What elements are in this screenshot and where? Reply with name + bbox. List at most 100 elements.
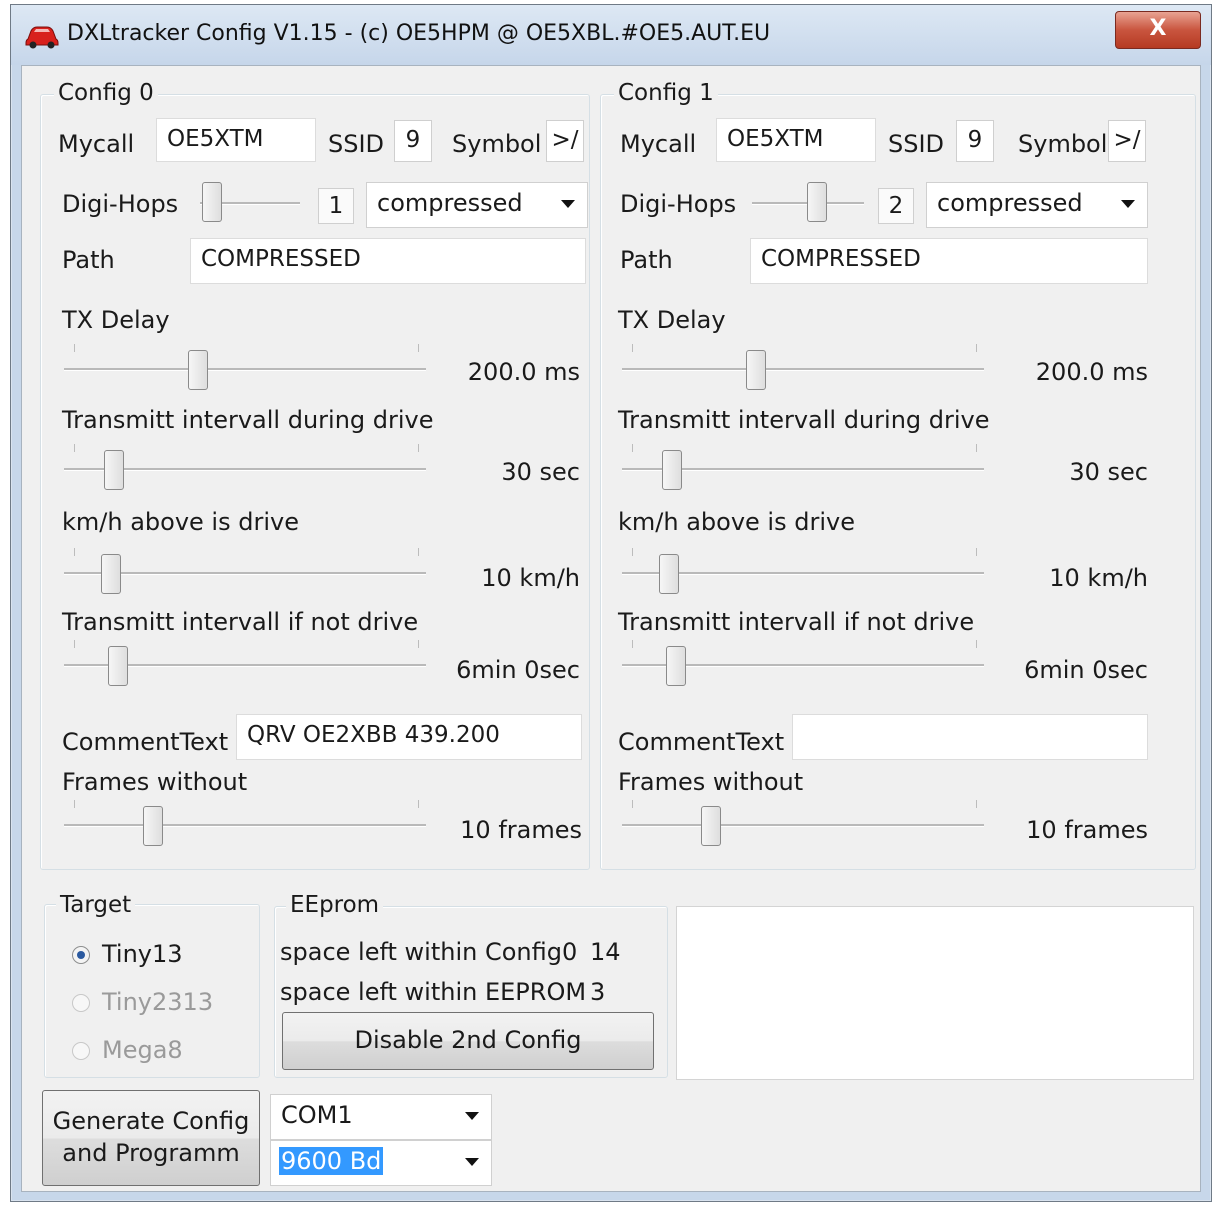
- ssid-label: SSID: [888, 130, 945, 158]
- txdelay-value: 200.0 ms: [467, 358, 580, 386]
- kmh-label: km/h above is drive: [618, 508, 855, 536]
- close-button[interactable]: X: [1115, 11, 1201, 49]
- comment-label: CommentText: [618, 728, 785, 756]
- output-panel: [676, 906, 1194, 1080]
- path-mode-value: compressed: [377, 189, 523, 217]
- interval-drive-label: Transmitt intervall during drive: [618, 406, 990, 434]
- title-bar[interactable]: DXLtracker Config V1.15 - (c) OE5HPM @ O…: [11, 5, 1211, 65]
- ssid-field[interactable]: 9: [956, 120, 994, 162]
- generate-line-1: Generate Config: [52, 1107, 250, 1135]
- slider-thumb[interactable]: [188, 350, 208, 390]
- path-label: Path: [62, 246, 115, 274]
- target-option-mega8[interactable]: Mega8: [72, 1034, 252, 1068]
- frames-slider[interactable]: [58, 798, 438, 848]
- slider-thumb[interactable]: [142, 806, 163, 846]
- symbol-label: Symbol: [1018, 130, 1108, 158]
- symbol-field[interactable]: >/: [1108, 120, 1146, 162]
- path-label: Path: [620, 246, 673, 274]
- slider-thumb[interactable]: [746, 350, 766, 390]
- interval-nodrive-value: 6min 0sec: [456, 656, 580, 684]
- digihops-slider[interactable]: [748, 176, 878, 226]
- kmh-slider[interactable]: [616, 546, 996, 596]
- comment-label: CommentText: [62, 728, 229, 756]
- target-option-label: Tiny2313: [102, 988, 214, 1016]
- digihops-value: 1: [318, 188, 354, 224]
- eeprom-space-label: space left within EEPROM: [280, 978, 587, 1006]
- slider-thumb[interactable]: [100, 554, 121, 594]
- app-window: DXLtracker Config V1.15 - (c) OE5HPM @ O…: [10, 4, 1212, 1202]
- txdelay-value: 200.0 ms: [1035, 358, 1148, 386]
- target-option-tiny2313[interactable]: Tiny2313: [72, 986, 252, 1020]
- generate-config-button[interactable]: Generate Config and Programm: [42, 1090, 260, 1186]
- mycall-field[interactable]: OE5XTM: [716, 118, 876, 162]
- interval-drive-label: Transmitt intervall during drive: [62, 406, 434, 434]
- interval-drive-value: 30 sec: [1069, 458, 1148, 486]
- slider-thumb[interactable]: [658, 554, 679, 594]
- chevron-down-icon: [465, 1158, 479, 1166]
- slider-thumb[interactable]: [107, 646, 128, 686]
- chevron-down-icon: [1121, 200, 1135, 208]
- path-field[interactable]: COMPRESSED: [190, 238, 586, 284]
- interval-nodrive-slider[interactable]: [58, 638, 438, 688]
- config0-title: Config 0: [54, 80, 158, 106]
- slider-thumb[interactable]: [700, 806, 721, 846]
- mycall-label: Mycall: [620, 130, 697, 158]
- frames-label: Frames without: [62, 768, 248, 796]
- target-option-tiny13[interactable]: Tiny13: [72, 938, 252, 972]
- txdelay-label: TX Delay: [618, 306, 726, 334]
- interval-nodrive-value: 6min 0sec: [1024, 656, 1148, 684]
- kmh-value: 10 km/h: [1049, 564, 1148, 592]
- disable-2nd-config-button[interactable]: Disable 2nd Config: [282, 1012, 654, 1070]
- interval-drive-slider[interactable]: [616, 442, 996, 492]
- radio-icon[interactable]: [72, 1042, 90, 1060]
- path-field[interactable]: COMPRESSED: [750, 238, 1148, 284]
- frames-value: 10 frames: [1026, 816, 1148, 844]
- digihops-label: Digi-Hops: [62, 190, 179, 218]
- mycall-label: Mycall: [58, 130, 135, 158]
- slider-thumb[interactable]: [665, 646, 686, 686]
- target-option-label: Tiny13: [102, 940, 183, 968]
- frames-value: 10 frames: [460, 816, 582, 844]
- path-mode-select[interactable]: compressed: [366, 182, 588, 228]
- path-mode-select[interactable]: compressed: [926, 182, 1148, 228]
- window-title: DXLtracker Config V1.15 - (c) OE5HPM @ O…: [67, 21, 771, 46]
- slider-thumb[interactable]: [662, 450, 682, 490]
- chevron-down-icon: [561, 200, 575, 208]
- ssid-label: SSID: [328, 130, 385, 158]
- frames-label: Frames without: [618, 768, 804, 796]
- kmh-slider[interactable]: [58, 546, 438, 596]
- txdelay-label: TX Delay: [62, 306, 170, 334]
- client-area: Config 0 Mycall OE5XTM SSID 9 Symbol >/ …: [21, 65, 1201, 1192]
- interval-nodrive-slider[interactable]: [616, 638, 996, 688]
- config0-space-value: 14: [590, 938, 621, 966]
- digihops-label: Digi-Hops: [620, 190, 737, 218]
- baud-select[interactable]: 9600 Bd: [270, 1140, 492, 1186]
- digihops-slider[interactable]: [192, 176, 312, 226]
- config1-title: Config 1: [614, 80, 718, 106]
- txdelay-slider[interactable]: [616, 342, 996, 392]
- symbol-label: Symbol: [452, 130, 542, 158]
- slider-thumb[interactable]: [202, 182, 222, 222]
- frames-slider[interactable]: [616, 798, 996, 848]
- symbol-field[interactable]: >/: [546, 120, 584, 162]
- radio-icon[interactable]: [72, 994, 90, 1012]
- interval-nodrive-label: Transmitt intervall if not drive: [62, 608, 419, 636]
- com-port-value: COM1: [281, 1101, 353, 1129]
- slider-thumb[interactable]: [807, 182, 827, 222]
- comment-field[interactable]: [792, 714, 1148, 760]
- digihops-value: 2: [878, 188, 914, 224]
- txdelay-slider[interactable]: [58, 342, 438, 392]
- mycall-field[interactable]: OE5XTM: [156, 118, 316, 162]
- interval-drive-slider[interactable]: [58, 442, 438, 492]
- ssid-field[interactable]: 9: [394, 120, 432, 162]
- comment-field[interactable]: QRV OE2XBB 439.200: [236, 714, 582, 760]
- slider-thumb[interactable]: [104, 450, 124, 490]
- com-port-select[interactable]: COM1: [270, 1094, 492, 1140]
- eeprom-space-value: 3: [590, 978, 606, 1006]
- generate-line-2: and Programm: [62, 1139, 240, 1167]
- radio-selected-icon[interactable]: [72, 946, 90, 964]
- interval-drive-value: 30 sec: [501, 458, 580, 486]
- baud-value: 9600 Bd: [279, 1147, 384, 1175]
- car-icon: [25, 26, 59, 49]
- eeprom-title: EEprom: [286, 892, 384, 918]
